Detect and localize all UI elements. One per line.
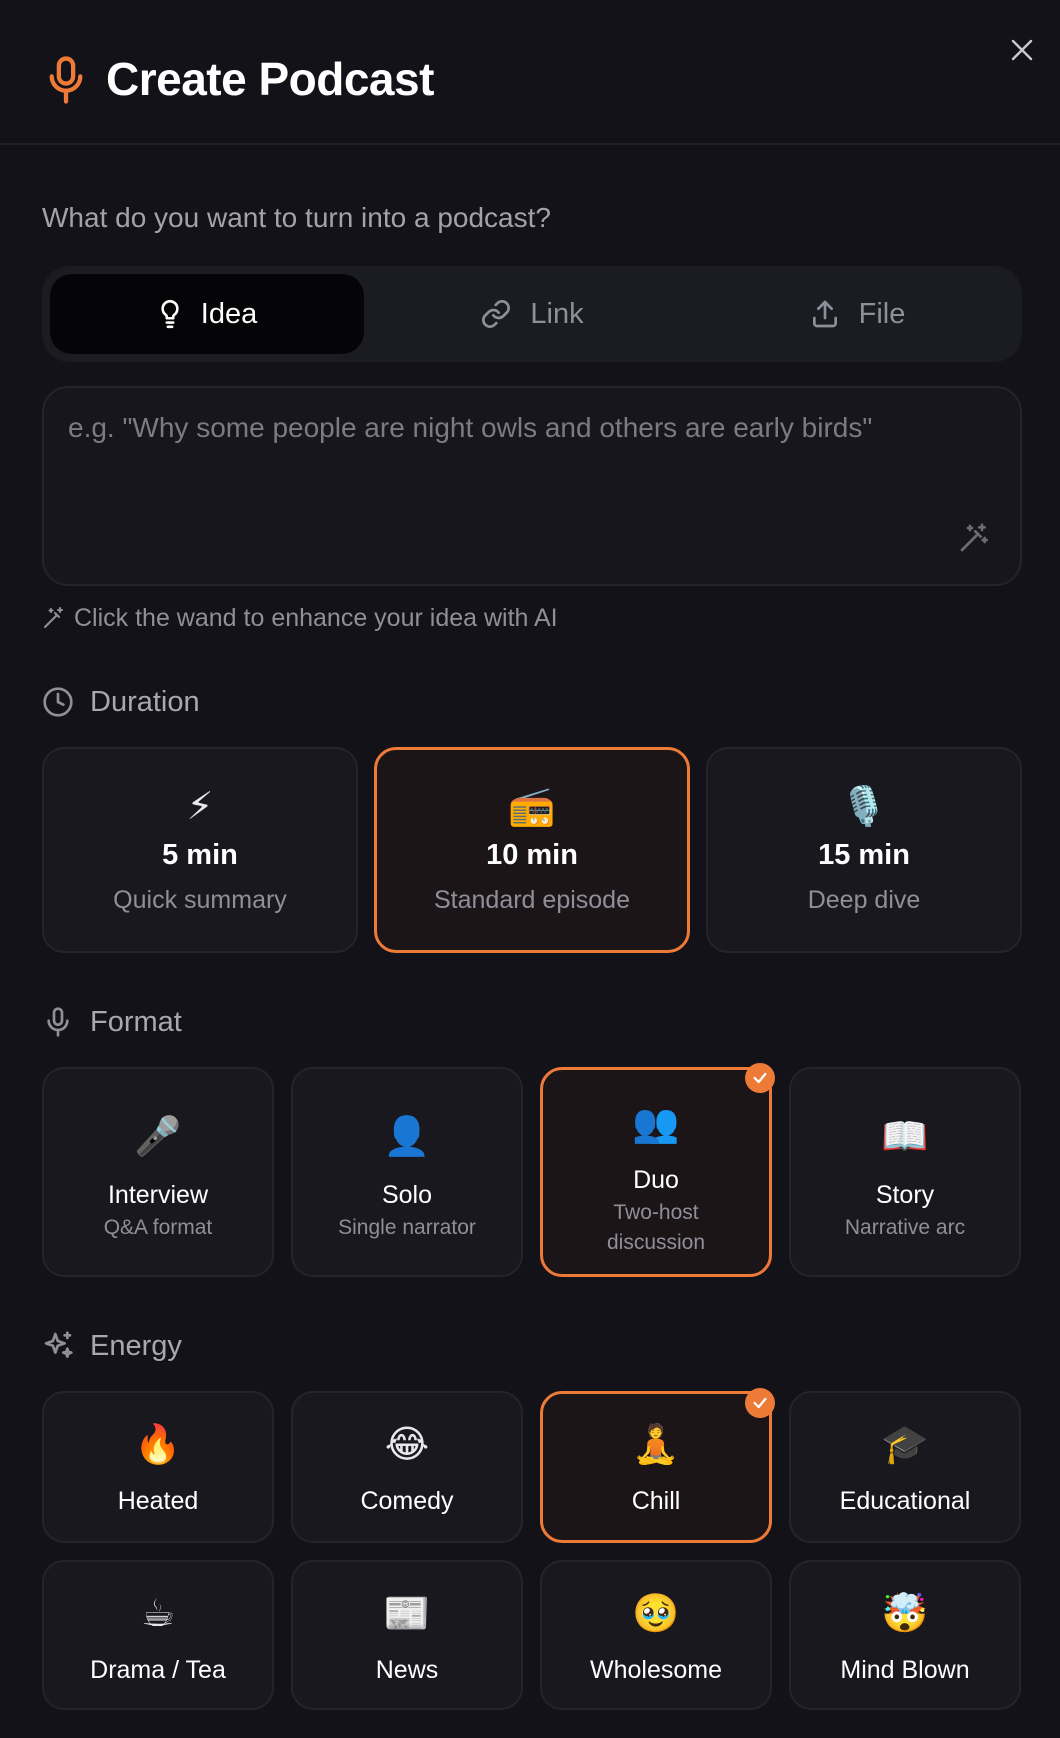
- energy-option-heated[interactable]: 🔥 Heated: [42, 1391, 274, 1543]
- fire-icon: 🔥: [134, 1424, 182, 1466]
- duration-option-sub: Quick summary: [113, 886, 287, 914]
- energy-option-label: Chill: [631, 1487, 681, 1515]
- format-option-duo[interactable]: 👥 Duo Two-host discussion: [540, 1067, 772, 1277]
- duration-option-label: 5 min: [162, 839, 238, 871]
- energy-option-label: Mind Blown: [840, 1656, 970, 1684]
- selected-check-icon: [745, 1388, 775, 1418]
- format-option-sub: Single narrator: [338, 1216, 476, 1239]
- energy-option-news[interactable]: 📰 News: [291, 1560, 523, 1710]
- energy-option-chill[interactable]: 🧘 Chill: [540, 1391, 772, 1543]
- duration-heading-label: Duration: [90, 685, 200, 718]
- energy-option-label: Comedy: [360, 1487, 454, 1515]
- format-option-interview[interactable]: 🎤 Interview Q&A format: [42, 1067, 274, 1277]
- graduation-cap-icon: 🎓: [881, 1424, 929, 1466]
- duration-option-label: 15 min: [818, 839, 910, 871]
- format-option-sub: Narrative arc: [844, 1216, 966, 1239]
- studio-microphone-icon: 🎙️: [840, 786, 888, 828]
- energy-option-label: Drama / Tea: [90, 1656, 226, 1684]
- magic-wand-icon[interactable]: [958, 522, 990, 554]
- tab-link-label: Link: [530, 297, 584, 330]
- exploding-head-icon: 🤯: [881, 1593, 929, 1635]
- energy-option-educational[interactable]: 🎓 Educational: [789, 1391, 1021, 1543]
- enhance-hint-text: Click the wand to enhance your idea with…: [74, 603, 558, 632]
- microphone-emoji-icon: 🎤: [134, 1116, 182, 1158]
- newspaper-icon: 📰: [383, 1593, 431, 1635]
- format-option-label: Interview: [107, 1181, 209, 1209]
- energy-option-mind-blown[interactable]: 🤯 Mind Blown: [789, 1560, 1021, 1710]
- duration-heading: Duration: [42, 684, 200, 720]
- format-heading: Format: [42, 1004, 182, 1040]
- microphone-icon: [49, 56, 83, 104]
- format-heading-label: Format: [90, 1005, 182, 1038]
- format-option-label: Duo: [633, 1166, 679, 1194]
- tab-idea-label: Idea: [200, 297, 258, 330]
- energy-option-label: Heated: [117, 1487, 199, 1515]
- tab-link[interactable]: Link: [375, 274, 689, 354]
- hot-beverage-icon: ☕: [140, 1593, 176, 1635]
- pleading-face-icon: 🥹: [632, 1593, 680, 1635]
- page-title: Create Podcast: [106, 53, 434, 105]
- close-icon: [1011, 39, 1033, 61]
- modal-header: Create Podcast: [0, 0, 1060, 145]
- laughing-face-icon: 😂: [384, 1424, 430, 1466]
- tab-file[interactable]: File: [700, 274, 1014, 354]
- enhance-hint: Click the wand to enhance your idea with…: [42, 602, 558, 634]
- duration-option-15-min[interactable]: 🎙️ 15 min Deep dive: [706, 747, 1022, 953]
- two-people-icon: 👥: [632, 1103, 680, 1145]
- person-icon: 👤: [383, 1116, 431, 1158]
- energy-option-drama-tea[interactable]: ☕ Drama / Tea: [42, 1560, 274, 1710]
- lightning-icon: ⚡: [186, 786, 214, 828]
- radio-icon: 📻: [508, 786, 556, 828]
- source-question: What do you want to turn into a podcast?: [42, 202, 551, 233]
- microphone-icon: [47, 1007, 69, 1037]
- energy-option-label: Wholesome: [590, 1656, 722, 1684]
- energy-option-wholesome[interactable]: 🥹 Wholesome: [540, 1560, 772, 1710]
- energy-heading: Energy: [42, 1328, 182, 1364]
- energy-heading-label: Energy: [90, 1329, 182, 1362]
- sparkles-icon: [44, 1331, 73, 1358]
- idea-input[interactable]: e.g. "Why some people are night owls and…: [42, 386, 1022, 586]
- idea-input-placeholder: e.g. "Why some people are night owls and…: [68, 412, 873, 443]
- duration-option-label: 10 min: [486, 839, 578, 871]
- close-button[interactable]: [1006, 34, 1038, 66]
- energy-option-comedy[interactable]: 😂 Comedy: [291, 1391, 523, 1543]
- duration-option-sub: Deep dive: [807, 886, 921, 914]
- tab-idea[interactable]: Idea: [50, 274, 364, 354]
- tab-file-label: File: [858, 297, 906, 330]
- format-option-solo[interactable]: 👤 Solo Single narrator: [291, 1067, 523, 1277]
- format-option-sub: Two-host discussion: [606, 1201, 706, 1254]
- format-option-label: Story: [875, 1181, 935, 1209]
- open-book-icon: 📖: [881, 1116, 929, 1158]
- energy-option-label: Educational: [839, 1487, 971, 1515]
- energy-option-label: News: [375, 1656, 439, 1684]
- lightbulb-icon: [161, 299, 179, 329]
- format-option-label: Solo: [381, 1181, 433, 1209]
- format-option-sub: Q&A format: [103, 1216, 213, 1239]
- format-option-story[interactable]: 📖 Story Narrative arc: [789, 1067, 1021, 1277]
- upload-icon: [812, 300, 837, 328]
- duration-option-sub: Standard episode: [434, 886, 630, 914]
- source-tabs: Idea Link File: [42, 266, 1022, 362]
- link-icon: [482, 300, 511, 328]
- duration-option-10-min[interactable]: 📻 10 min Standard episode: [374, 747, 690, 953]
- clock-icon: [43, 687, 73, 717]
- magic-wand-icon: [44, 607, 63, 628]
- duration-option-5-min[interactable]: ⚡ 5 min Quick summary: [42, 747, 358, 953]
- meditation-icon: 🧘: [632, 1424, 680, 1466]
- selected-check-icon: [745, 1063, 775, 1093]
